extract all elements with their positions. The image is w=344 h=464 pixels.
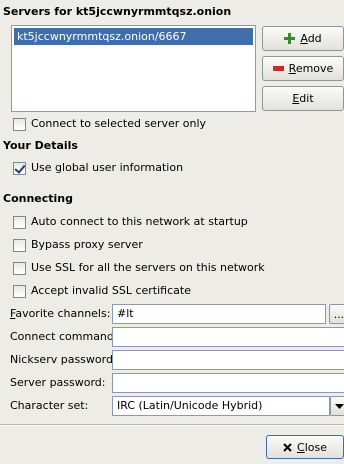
favorite-channels-label: Favorite channels: bbox=[10, 304, 110, 324]
x-icon bbox=[283, 442, 292, 452]
nickserv-password-label: Nickserv password: bbox=[10, 353, 117, 366]
browse-label: ... bbox=[333, 307, 344, 321]
remove-label: emove bbox=[295, 62, 334, 75]
edit-button[interactable]: Edit bbox=[262, 86, 344, 111]
close-button[interactable]: Close bbox=[266, 435, 344, 459]
server-password-label: Server password: bbox=[10, 376, 106, 389]
auto-connect-checkbox[interactable] bbox=[13, 216, 26, 229]
close-label: lose bbox=[304, 440, 327, 454]
bypass-proxy-checkbox[interactable] bbox=[13, 239, 26, 252]
accept-invalid-ssl-checkbox[interactable] bbox=[13, 285, 26, 298]
connect-selected-only-label: Connect to selected server only bbox=[31, 117, 207, 130]
favorite-channels-input[interactable]: #lt bbox=[112, 304, 326, 324]
use-global-label: Use global user information bbox=[31, 161, 184, 174]
nickserv-password-input[interactable] bbox=[112, 350, 344, 370]
edit-label: dit bbox=[299, 92, 314, 105]
favorite-channels-label-text: avorite channels: bbox=[15, 307, 111, 320]
add-button[interactable]: Add bbox=[262, 26, 344, 51]
character-set-label: Character set: bbox=[10, 399, 89, 412]
connect-selected-only-checkbox[interactable] bbox=[13, 118, 26, 131]
character-set-select[interactable]: IRC (Latin/Unicode Hybrid) bbox=[112, 396, 330, 416]
server-password-input[interactable] bbox=[112, 373, 344, 393]
auto-connect-label: Auto connect to this network at startup bbox=[31, 215, 248, 228]
server-list[interactable]: kt5jccwnyrmmtqsz.onion/6667 bbox=[11, 25, 256, 112]
your-details-heading: Your Details bbox=[3, 139, 78, 152]
connecting-heading: Connecting bbox=[3, 192, 74, 205]
remove-button[interactable]: Remove bbox=[262, 56, 344, 81]
dropdown-arrow-icon bbox=[334, 403, 344, 409]
add-label: dd bbox=[307, 32, 322, 45]
bypass-proxy-label: Bypass proxy server bbox=[31, 238, 143, 251]
minus-icon bbox=[272, 66, 284, 71]
close-accel: C bbox=[297, 440, 305, 454]
use-ssl-checkbox[interactable] bbox=[13, 262, 26, 275]
use-ssl-label: Use SSL for all the servers on this netw… bbox=[31, 261, 265, 274]
accept-invalid-ssl-label: Accept invalid SSL certificate bbox=[31, 284, 191, 297]
server-list-item[interactable]: kt5jccwnyrmmtqsz.onion/6667 bbox=[14, 28, 253, 45]
separator bbox=[0, 424, 344, 426]
add-accel: A bbox=[300, 32, 308, 45]
remove-accel: R bbox=[288, 62, 296, 75]
connect-command-label: Connect command: bbox=[10, 330, 118, 343]
character-set-dropdown-button[interactable] bbox=[330, 396, 344, 416]
plus-icon bbox=[284, 33, 296, 44]
servers-heading: Servers for kt5jccwnyrmmtqsz.onion bbox=[3, 5, 232, 18]
favorite-channels-browse-button[interactable]: ... bbox=[329, 304, 344, 324]
use-global-checkbox[interactable] bbox=[13, 162, 26, 175]
connect-command-input[interactable] bbox=[112, 327, 344, 347]
